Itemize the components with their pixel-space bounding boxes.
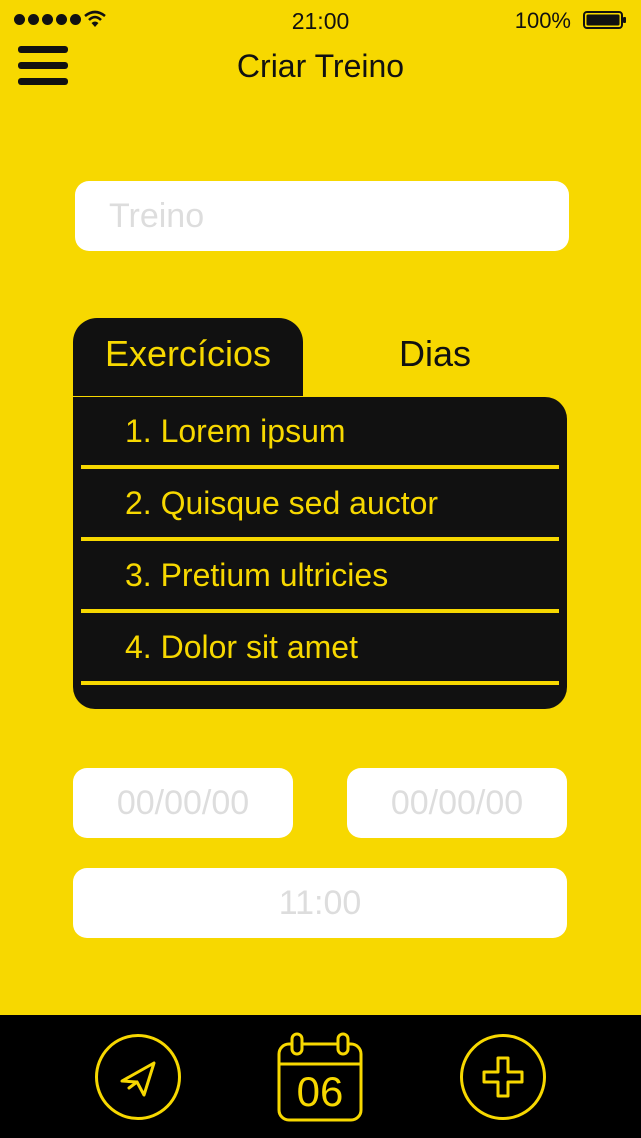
time-input[interactable]: 11:00 — [73, 868, 567, 938]
battery-icon — [583, 11, 626, 29]
start-date-input[interactable]: 00/00/00 — [73, 768, 293, 838]
plus-icon — [482, 1056, 524, 1098]
list-item[interactable]: 1. Lorem ipsum — [81, 397, 559, 469]
list-item[interactable]: 2. Quisque sed auctor — [81, 469, 559, 541]
bottom-tab-bar: 06 — [0, 1015, 641, 1138]
send-button[interactable] — [95, 1034, 181, 1120]
tab-exercicios[interactable]: Exercícios — [73, 318, 303, 396]
tab-dias[interactable]: Dias — [303, 318, 567, 390]
battery-percentage: 100% — [514, 8, 571, 33]
list-item[interactable]: 4. Dolor sit amet — [81, 613, 559, 685]
end-date-input[interactable]: 00/00/00 — [347, 768, 567, 838]
calendar-day: 06 — [296, 1068, 344, 1115]
send-icon — [120, 1061, 156, 1097]
exercise-list: 1. Lorem ipsum 2. Quisque sed auctor 3. … — [73, 397, 567, 709]
status-bar: 21:00 100% — [0, 0, 641, 42]
workout-name-input[interactable]: Treino — [75, 181, 569, 251]
list-item[interactable]: 3. Pretium ultricies — [81, 541, 559, 613]
page-title: Criar Treino — [236, 48, 405, 84]
calendar-button[interactable]: 06 — [277, 1032, 363, 1124]
workout-name-placeholder: Treino — [109, 196, 205, 235]
add-button[interactable] — [460, 1034, 546, 1120]
time-placeholder: 11:00 — [278, 883, 362, 922]
start-date-placeholder: 00/00/00 — [116, 783, 250, 822]
end-date-placeholder: 00/00/00 — [390, 783, 524, 822]
